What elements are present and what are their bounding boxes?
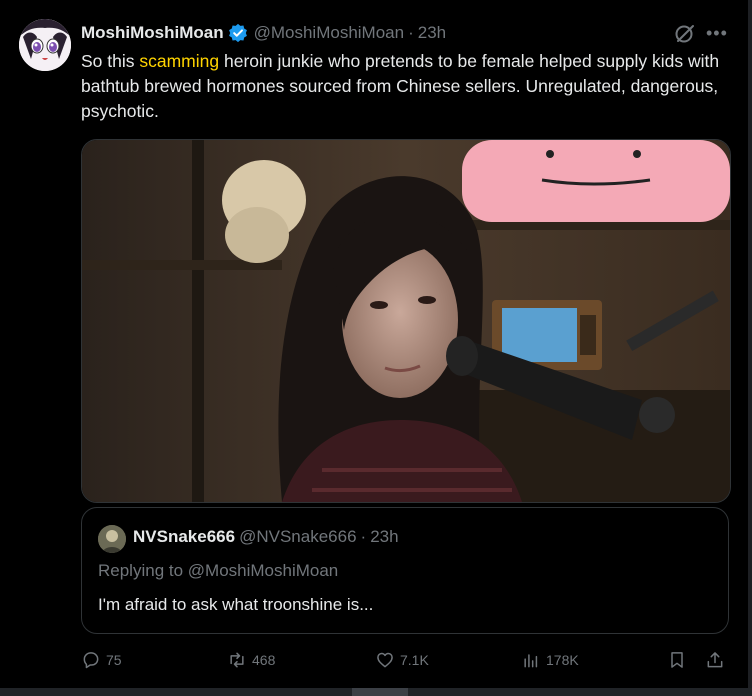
separator-dot: · xyxy=(408,23,414,42)
analytics-icon xyxy=(524,654,538,668)
highlighted-word: scamming xyxy=(139,51,220,71)
author-avatar[interactable] xyxy=(19,19,71,71)
bookmark-button[interactable] xyxy=(667,650,687,670)
author-handle[interactable]: @MoshiMoshiMoan xyxy=(254,23,404,43)
post-header: MoshiMoshiMoan @MoshiMoshiMoan · 23h xyxy=(81,22,446,44)
anime-face-avatar-icon xyxy=(19,19,71,71)
quoted-post-text: I'm afraid to ask what troonshine is... xyxy=(98,595,374,614)
quoted-post[interactable]: NVSnake666 @NVSnake666 · 23h Replying to… xyxy=(81,507,729,634)
post-timestamp[interactable]: 23h xyxy=(418,23,446,43)
reply-button[interactable]: 75 xyxy=(81,650,122,670)
post-text: So this scamming heroin junkie who prete… xyxy=(81,49,721,124)
share-button[interactable] xyxy=(705,650,725,670)
video-still-image xyxy=(82,140,730,502)
view-count: 178K xyxy=(546,652,579,668)
heart-icon xyxy=(377,652,393,668)
author-name[interactable]: MoshiMoshiMoan xyxy=(81,23,224,43)
bookmark-icon xyxy=(671,652,683,668)
quoted-author-handle[interactable]: @NVSnake666 xyxy=(239,527,356,547)
reply-icon xyxy=(83,652,99,669)
grok-icon[interactable] xyxy=(674,22,696,44)
snake-avatar-icon xyxy=(98,525,126,553)
action-bar: 75 468 7.1K 178K xyxy=(81,650,729,674)
replying-to-label: Replying to @MoshiMoshiMoan xyxy=(98,561,339,580)
repost-count: 468 xyxy=(252,652,276,668)
more-options-icon[interactable]: ••• xyxy=(706,24,728,42)
repost-button[interactable]: 468 xyxy=(227,650,275,670)
window-edge-right xyxy=(748,0,752,696)
quoted-post-header: NVSnake666 @NVSnake666 · 23h xyxy=(133,527,399,547)
post-text-start: So this xyxy=(81,51,140,71)
separator-dot: · xyxy=(360,527,367,546)
share-icon xyxy=(707,652,723,668)
verified-badge-icon xyxy=(228,23,247,43)
quoted-author-avatar[interactable] xyxy=(98,525,126,553)
like-button[interactable]: 7.1K xyxy=(375,650,429,670)
quoted-author-name[interactable]: NVSnake666 xyxy=(133,527,235,547)
quoted-post-timestamp[interactable]: 23h xyxy=(370,527,398,547)
repost-icon xyxy=(230,652,244,668)
like-count: 7.1K xyxy=(400,652,429,668)
post-media-image[interactable] xyxy=(81,139,731,503)
views-button[interactable]: 178K xyxy=(521,650,579,670)
reply-count: 75 xyxy=(106,652,122,668)
scrollbar-thumb[interactable] xyxy=(352,688,408,696)
